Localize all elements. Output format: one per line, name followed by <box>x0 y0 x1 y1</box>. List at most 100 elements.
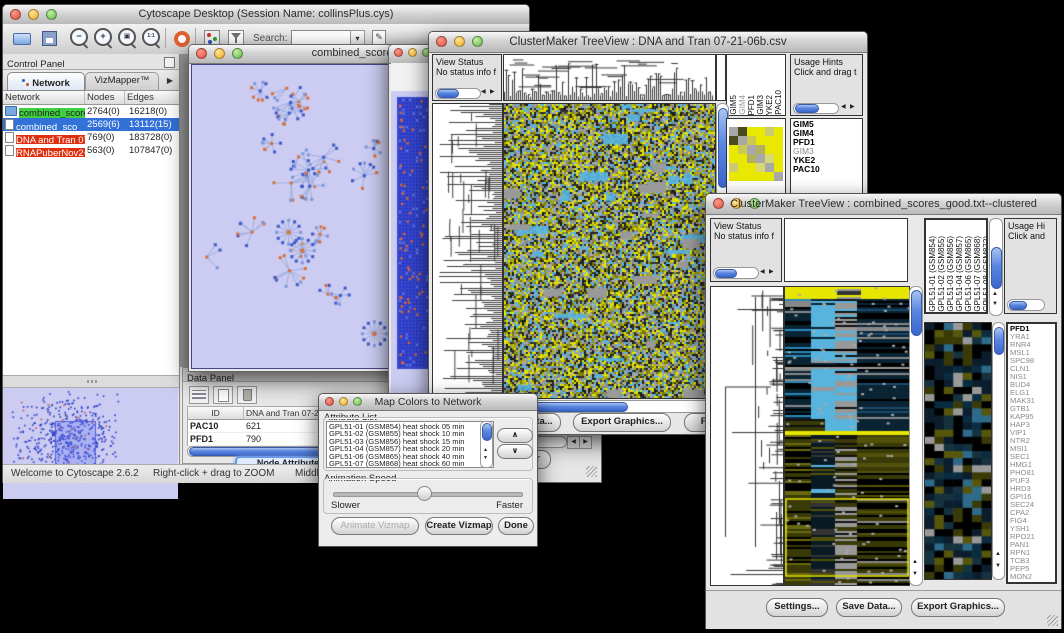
column-labels-panel[interactable]: GPL51-01 (GSM854) GPL51-02 (GSM855) GPL5… <box>924 218 988 314</box>
main-titlebar[interactable]: Cytoscape Desktop (Session Name: collins… <box>3 5 529 25</box>
scroll-up-icon[interactable]: ▲ <box>912 559 918 565</box>
dialog-title: Map Colors to Network <box>319 396 537 408</box>
summary-cell[interactable] <box>756 172 765 181</box>
dialog-titlebar[interactable]: Map Colors to Network <box>319 394 537 411</box>
network-table-row[interactable]: combined_sco2569(6)13112(15) <box>3 118 179 131</box>
scroll-up-icon[interactable]: ▲ <box>483 447 488 453</box>
column-label[interactable]: GIM3 <box>756 95 765 115</box>
treeview-combined-titlebar[interactable]: ClusterMaker TreeView : combined_scores_… <box>706 194 1061 215</box>
move-up-button[interactable]: ∧ <box>497 428 533 443</box>
column-label[interactable]: GIM4 <box>738 95 747 115</box>
zoom-heatmap-scrollbar[interactable]: ▲ ▼ <box>992 322 1005 580</box>
open-session-icon[interactable] <box>11 27 33 49</box>
column-labels-scrollbar[interactable]: ▲ ▼ <box>989 218 1003 316</box>
gene-label[interactable]: PAC10 <box>793 165 862 174</box>
float-panel-icon[interactable] <box>164 57 175 68</box>
column-label[interactable]: GIM5 <box>729 95 738 115</box>
zoom-heatmap-canvas[interactable] <box>924 322 992 580</box>
column-label[interactable]: GPL51-04 (GSM857) <box>955 236 964 312</box>
close-icon[interactable] <box>394 48 403 57</box>
status-hint-zoom: Right-click + drag to ZOOM <box>153 468 274 479</box>
attribute-listbox[interactable]: GPL51-01 (GSM854) heat shock 05 min GPL5… <box>326 421 494 468</box>
new-attribute-icon[interactable] <box>213 386 233 404</box>
tab-network[interactable]: Network <box>7 72 85 91</box>
scroll-right-icon[interactable]: ▶ <box>579 436 592 449</box>
minimize-icon[interactable] <box>408 48 417 57</box>
column-label[interactable]: GPL51-03 (GSM856) <box>946 236 955 312</box>
column-dendrogram-empty[interactable] <box>784 218 908 282</box>
network-table-row[interactable]: RNAPuberNov2+563(0)107847(0) <box>3 144 179 157</box>
usage-hints-scrollbar[interactable] <box>793 103 839 114</box>
done-button[interactable]: Done <box>498 517 534 535</box>
scroll-up-icon[interactable]: ▲ <box>992 291 998 297</box>
column-labels-panel[interactable]: GIM5 GIM4 PFD1 GIM3 YKE2 PAC10 <box>726 54 786 116</box>
row-dendrogram-canvas[interactable] <box>432 103 503 399</box>
treeview-dna-titlebar[interactable]: ClusterMaker TreeView : DNA and Tran 07-… <box>429 32 867 53</box>
column-label[interactable]: GPL51-08 (GSM872) <box>982 236 986 312</box>
data-panel-title: Data Panel <box>183 373 234 384</box>
summary-cell[interactable] <box>738 172 747 181</box>
animate-vizmap-button[interactable]: Animate Vizmap <box>331 517 419 535</box>
summary-cell[interactable] <box>729 172 738 181</box>
scroll-right-icon[interactable]: ▶ <box>850 103 855 110</box>
view-status-scrollbar[interactable] <box>435 88 481 99</box>
column-label[interactable]: GPL51-06 (GSM865) <box>964 236 973 312</box>
view-status-panel: View Status No status info f ◀ ▶ <box>710 218 782 282</box>
animation-slider-thumb[interactable] <box>417 486 432 501</box>
column-label[interactable]: YKE2 <box>765 95 774 115</box>
summary-cell[interactable] <box>765 172 774 181</box>
zoom-in-icon[interactable]: + <box>93 27 115 49</box>
panel-splitter[interactable] <box>3 376 179 388</box>
export-graphics-button[interactable]: Export Graphics... <box>911 598 1005 617</box>
scroll-right-icon[interactable]: ▶ <box>769 268 774 275</box>
summary-cell[interactable] <box>774 172 783 181</box>
view-status-scrollbar[interactable] <box>713 267 759 279</box>
save-data-button[interactable]: Save Data... <box>836 598 902 617</box>
zoom-out-icon[interactable]: − <box>69 27 91 49</box>
save-session-icon[interactable] <box>39 27 61 49</box>
network-table-header[interactable]: NetworkNodesEdges <box>3 91 179 105</box>
network-row-icon <box>5 145 14 156</box>
network-table-row[interactable]: DNA and Tran 07769(0)183728(0) <box>3 131 179 144</box>
scroll-left-icon[interactable]: ◀ <box>841 103 846 110</box>
scroll-down-icon[interactable]: ▼ <box>992 301 998 307</box>
scroll-down-icon[interactable]: ▼ <box>483 455 488 461</box>
scroll-down-icon[interactable]: ▼ <box>995 563 1001 569</box>
scroll-right-icon[interactable]: ▶ <box>490 88 495 95</box>
attribute-list-scrollbar[interactable]: ▲ ▼ <box>480 421 493 468</box>
scroll-left-icon[interactable]: ◀ <box>481 88 486 95</box>
row-dendrogram-canvas[interactable] <box>710 286 784 586</box>
heatmap-canvas[interactable] <box>503 103 716 399</box>
heatmap-vscrollbar[interactable]: ▲ ▼ <box>909 286 923 586</box>
gene-label[interactable]: MON2 <box>1010 573 1055 581</box>
summary-cell[interactable] <box>747 172 756 181</box>
resize-grip[interactable] <box>1047 615 1058 626</box>
settings-button[interactable]: Settings... <box>766 598 828 617</box>
network-table-row[interactable]: combined_scores2764(0)16218(0) <box>3 105 179 118</box>
usage-hints-scrollbar[interactable] <box>1007 299 1045 311</box>
zoom-fit-icon[interactable]: 1:1 <box>141 27 163 49</box>
column-dendrogram-canvas[interactable] <box>503 54 716 101</box>
view-status-title: View Status <box>433 55 501 67</box>
column-label[interactable]: PAC10 <box>774 90 783 115</box>
attribute-list-item[interactable]: GPL51-07 (GSM868) heat shock 60 min <box>329 460 491 467</box>
export-graphics-button[interactable]: Export Graphics... <box>573 413 671 432</box>
column-label[interactable]: PFD1 <box>747 95 756 115</box>
heatmap-canvas[interactable] <box>784 286 910 586</box>
scroll-down-icon[interactable]: ▼ <box>912 571 918 577</box>
resize-grip[interactable] <box>586 466 597 477</box>
delete-attribute-icon[interactable] <box>237 386 257 404</box>
move-down-button[interactable]: ∨ <box>497 444 533 459</box>
zoom-selected-icon[interactable]: ▣ <box>117 27 139 49</box>
column-label[interactable]: GPL51-01 (GSM854) <box>928 236 937 312</box>
tab-vizmapper[interactable]: VizMapper™ <box>85 72 159 91</box>
column-label[interactable]: GPL51-07 (GSM868) <box>973 236 982 312</box>
attribute-select-icon[interactable] <box>189 386 209 404</box>
tab-overflow-icon[interactable]: ▶ <box>163 74 177 87</box>
column-label[interactable]: GPL51-02 (GSM855) <box>937 236 946 312</box>
gene-list-panel[interactable]: PFD1 YRA1 RNR4 MSL1 SPC98 CLN1 NIS1 BUD4… <box>1006 322 1057 584</box>
scroll-up-icon[interactable]: ▲ <box>995 551 1001 557</box>
create-vizmap-button[interactable]: Create Vizmap <box>425 517 493 535</box>
dendrogram-scroll-strip[interactable] <box>716 54 726 101</box>
scroll-left-icon[interactable]: ◀ <box>760 268 765 275</box>
